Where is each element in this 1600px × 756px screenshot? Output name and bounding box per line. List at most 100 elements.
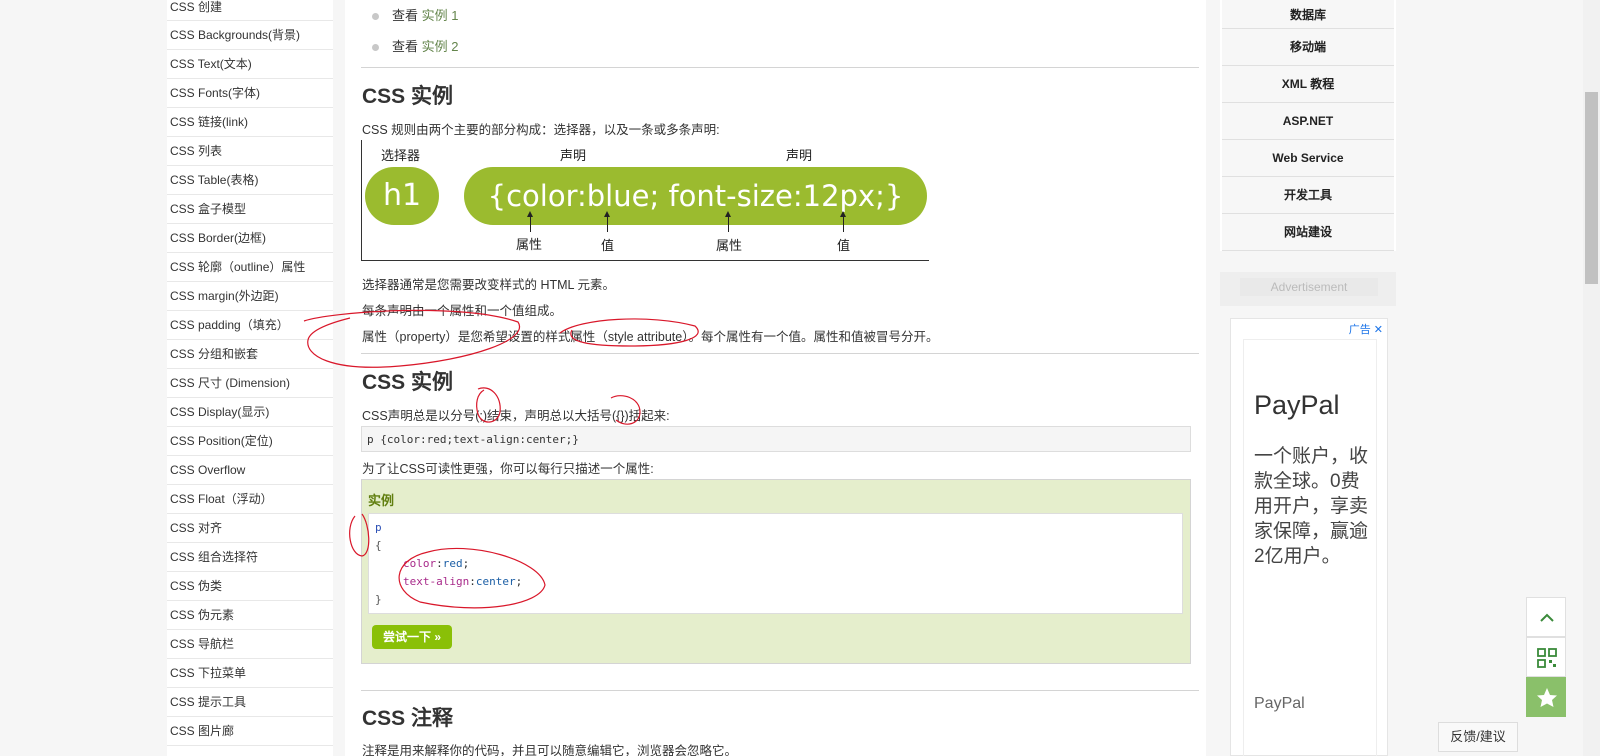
divider xyxy=(361,353,1199,354)
selector-explanation: 选择器通常是您需要改变样式的 HTML 元素。 xyxy=(362,278,616,292)
sidebar-item[interactable]: CSS Display(显示) xyxy=(167,398,333,427)
right-nav-item[interactable]: 数据库 xyxy=(1222,0,1394,29)
diagram-label-property-1: 属性 xyxy=(516,237,543,252)
sidebar-item[interactable]: CSS 创建 xyxy=(167,0,333,21)
sidebar-item[interactable]: CSS 组合选择符 xyxy=(167,543,333,572)
qr-code-button[interactable] xyxy=(1526,637,1566,677)
example-code: p { color:red; text-align:center; } xyxy=(368,513,1183,614)
right-nav-item[interactable]: 移动端 xyxy=(1222,29,1394,66)
sidebar-item[interactable]: CSS 列表 xyxy=(167,137,333,166)
right-nav-item[interactable]: Web Service xyxy=(1222,140,1394,177)
ad-slogan: 一个账户，收款全球。0费用开户，享卖家保障，赢逾2亿用户。 xyxy=(1254,446,1369,567)
bullet-prefix: 查看 xyxy=(392,8,419,23)
sidebar-item[interactable]: CSS 图片廊 xyxy=(167,717,333,746)
sidebar-item[interactable]: CSS Table(表格) xyxy=(167,166,333,195)
arrow-up-icon xyxy=(725,211,731,232)
sidebar-item[interactable]: CSS margin(外边距) xyxy=(167,282,333,311)
example-1-link[interactable]: 实例 1 xyxy=(422,8,459,23)
divider xyxy=(361,690,1199,691)
close-icon[interactable]: ✕ xyxy=(1374,324,1383,336)
divider xyxy=(361,67,1199,68)
code-open-brace: { xyxy=(375,539,382,552)
code-selector: p xyxy=(375,521,382,534)
feedback-button[interactable]: 反馈/建议 xyxy=(1438,722,1518,752)
main-content: 查看 实例 1 查看 实例 2 CSS 实例 CSS 规则由两个主要的部分构成：… xyxy=(345,0,1206,756)
try-it-button[interactable]: 尝试一下 » xyxy=(372,625,452,649)
right-nav-list: 数据库 移动端 XML 教程 ASP.NET Web Service 开发工具 网站建设 xyxy=(1220,0,1396,251)
page-scrollbar[interactable] xyxy=(1583,0,1600,756)
code-close-brace: } xyxy=(375,593,382,606)
code-property-1: color xyxy=(403,557,437,570)
ad-tag-label: 广告 xyxy=(1348,324,1371,336)
sidebar-item[interactable]: CSS 导航栏 xyxy=(167,630,333,659)
advertisement-label: Advertisement xyxy=(1220,272,1396,306)
intro-text: CSS 规则由两个主要的部分构成：选择器，以及一条或多条声明: xyxy=(362,123,720,137)
sidebar-item[interactable]: CSS 伪类 xyxy=(167,572,333,601)
sidebar-item[interactable]: CSS 分组和嵌套 xyxy=(167,340,333,369)
code-value-1: red xyxy=(442,557,463,570)
example-link-item-2: 查看 实例 2 xyxy=(361,36,458,55)
readability-explanation: 为了让CSS可读性更强，你可以每行只描述一个属性: xyxy=(362,462,654,476)
sidebar-item[interactable]: CSS Fonts(字体) xyxy=(167,79,333,108)
diagram-declarations-pill: {color:blue; font-size:12px;} xyxy=(464,167,927,225)
comments-explanation: 注释是用来解释你的代码，并且可以随意编辑它，浏览器会忽略它。 xyxy=(362,744,738,756)
right-nav-item[interactable]: ASP.NET xyxy=(1222,103,1394,140)
ad-tag[interactable]: 广告 ✕ xyxy=(1349,321,1383,337)
chevron-up-icon xyxy=(1540,613,1554,622)
favorite-button[interactable] xyxy=(1526,677,1566,717)
code-value-2: center xyxy=(475,575,516,588)
sidebar-item[interactable]: CSS 提示工具 xyxy=(167,688,333,717)
sidebar-item[interactable]: CSS Overflow xyxy=(167,456,333,485)
example-link-item-1: 查看 实例 1 xyxy=(361,5,458,24)
left-sidebar-nav: CSS 创建 CSS Backgrounds(背景) CSS Text(文本) CSS… xyxy=(167,0,333,756)
sidebar-item[interactable]: CSS 伪元素 xyxy=(167,601,333,630)
sidebar-item[interactable]: CSS padding（填充） xyxy=(167,311,333,340)
ad-brand: PayPal xyxy=(1254,390,1340,420)
arrow-up-icon xyxy=(527,211,533,232)
sidebar-item[interactable]: CSS 对齐 xyxy=(167,514,333,543)
right-nav-item[interactable]: 开发工具 xyxy=(1222,177,1394,214)
arrow-up-icon xyxy=(604,211,610,232)
example-title: 实例 xyxy=(368,493,395,508)
diagram-label-value-1: 值 xyxy=(601,238,615,253)
sidebar-item[interactable]: CSS Position(定位) xyxy=(167,427,333,456)
sidebar-item[interactable]: CSS 盒子模型 xyxy=(167,195,333,224)
section-heading-css-comments: CSS 注释 xyxy=(362,707,454,730)
right-nav-item[interactable]: 网站建设 xyxy=(1222,214,1394,251)
diagram-label-declaration-1: 声明 xyxy=(560,148,587,163)
sidebar-item[interactable]: CSS Text(文本) xyxy=(167,50,333,79)
example-2-link[interactable]: 实例 2 xyxy=(422,39,459,54)
diagram-selector-pill: h1 xyxy=(365,167,439,225)
declaration-explanation: 每条声明由一个属性和一个值组成。 xyxy=(362,304,563,318)
sidebar-item[interactable]: CSS 尺寸 (Dimension) xyxy=(167,369,333,398)
semicolon-explanation: CSS声明总是以分号(;)结束，声明总以大括号({})括起来: xyxy=(362,409,670,423)
ad-card[interactable]: PayPal 一个账户，收款全球。0费用开户，享卖家保障，赢逾2亿用户。 Pay… xyxy=(1243,339,1377,756)
sidebar-item[interactable]: CSS Float（浮动） xyxy=(167,485,333,514)
back-to-top-button[interactable] xyxy=(1526,597,1566,637)
qr-code-icon xyxy=(1537,648,1557,668)
right-nav-item[interactable]: XML 教程 xyxy=(1222,66,1394,103)
inline-code-block: p {color:red;text-align:center;} xyxy=(361,426,1191,452)
sidebar-item[interactable]: CSS 链接(link) xyxy=(167,108,333,137)
css-syntax-diagram: 选择器 声明 声明 h1 {color:blue; font-size:12px… xyxy=(361,140,929,261)
code-property-2: text-align xyxy=(403,575,470,588)
sidebar-item[interactable]: CSS Backgrounds(背景) xyxy=(167,21,333,50)
sidebar-item[interactable]: CSS 轮廓（outline）属性 xyxy=(167,253,333,282)
sidebar-item[interactable]: CSS Border(边框) xyxy=(167,224,333,253)
bullet-dot-icon xyxy=(372,13,379,21)
right-sidebar: 数据库 移动端 XML 教程 ASP.NET Web Service 开发工具 网站建设 xyxy=(1220,0,1396,251)
section-heading-css-example-2: CSS 实例 xyxy=(362,371,454,394)
ad-container[interactable]: 广告 ✕ PayPal 一个账户，收款全球。0费用开户，享卖家保障，赢逾2亿用户… xyxy=(1230,318,1388,756)
example-box: 实例 p { color:red; text-align:center; } 尝… xyxy=(361,479,1191,664)
bullet-prefix: 查看 xyxy=(392,39,419,54)
diagram-label-declaration-2: 声明 xyxy=(786,148,813,163)
diagram-label-property-2: 属性 xyxy=(716,238,743,253)
sidebar-item[interactable]: CSS 下拉菜单 xyxy=(167,659,333,688)
star-icon xyxy=(1537,688,1557,707)
advertisement-label-text: Advertisement xyxy=(1240,278,1378,296)
ad-brand-small: PayPal xyxy=(1254,695,1305,712)
property-explanation: 属性（property）是您希望设置的样式属性（style attribute）… xyxy=(362,330,939,344)
arrow-up-icon xyxy=(840,211,846,232)
scrollbar-thumb[interactable] xyxy=(1585,92,1598,284)
section-heading-css-example: CSS 实例 xyxy=(362,85,454,108)
